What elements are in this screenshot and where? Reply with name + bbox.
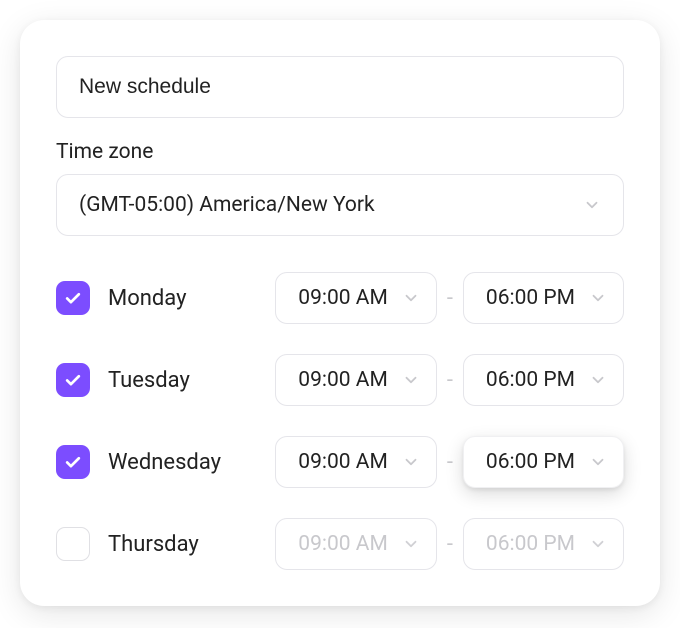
day-checkbox[interactable]: [56, 445, 90, 479]
start-time-value: 09:00 AM: [298, 532, 388, 556]
day-row: Tuesday 09:00 AM - 06:00 PM: [56, 354, 624, 406]
day-name-label: Wednesday: [108, 450, 275, 475]
day-name-label: Monday: [108, 286, 275, 311]
day-times: 09:00 AM - 06:00 PM: [275, 518, 624, 570]
start-time-value: 09:00 AM: [298, 286, 388, 310]
day-checkbox[interactable]: [56, 281, 90, 315]
chevron-down-icon: [589, 535, 607, 553]
chevron-down-icon: [402, 453, 420, 471]
timezone-select[interactable]: (GMT-05:00) America/New York: [56, 174, 624, 236]
day-checkbox[interactable]: [56, 363, 90, 397]
schedule-card: Time zone (GMT-05:00) America/New York M…: [20, 20, 660, 606]
timezone-value: (GMT-05:00) America/New York: [79, 193, 375, 217]
chevron-down-icon: [583, 196, 601, 214]
end-time-value: 06:00 PM: [486, 532, 575, 556]
day-name-label: Thursday: [108, 532, 275, 557]
day-name-label: Tuesday: [108, 368, 275, 393]
day-row: Wednesday 09:00 AM - 06:00 PM: [56, 436, 624, 488]
end-time-value: 06:00 PM: [486, 286, 575, 310]
end-time-value: 06:00 PM: [486, 450, 575, 474]
time-separator: -: [447, 532, 453, 557]
chevron-down-icon: [402, 371, 420, 389]
start-time-value: 09:00 AM: [298, 368, 388, 392]
chevron-down-icon: [402, 535, 420, 553]
days-list: Monday09:00 AM-06:00 PMTuesday09:00 AM-0…: [56, 272, 624, 570]
timezone-label: Time zone: [56, 140, 624, 164]
chevron-down-icon: [402, 289, 420, 307]
end-time-select: 06:00 PM: [463, 518, 624, 570]
chevron-down-icon: [589, 453, 607, 471]
start-time-select: 09:00 AM: [275, 518, 437, 570]
start-time-select[interactable]: 09:00 AM: [275, 354, 437, 406]
day-checkbox[interactable]: [56, 527, 90, 561]
time-separator: -: [447, 286, 453, 311]
schedule-name-input[interactable]: [56, 56, 624, 118]
day-row: Thursday 09:00 AM - 06:00 PM: [56, 518, 624, 570]
time-separator: -: [447, 368, 453, 393]
day-times: 09:00 AM - 06:00 PM: [275, 436, 624, 488]
end-time-select[interactable]: 06:00 PM: [463, 436, 624, 488]
end-time-select[interactable]: 06:00 PM: [463, 354, 624, 406]
time-separator: -: [447, 450, 453, 475]
day-times: 09:00 AM - 06:00 PM: [275, 354, 624, 406]
day-row: Monday 09:00 AM - 06:00 PM: [56, 272, 624, 324]
start-time-select[interactable]: 09:00 AM: [275, 436, 437, 488]
chevron-down-icon: [589, 371, 607, 389]
end-time-select[interactable]: 06:00 PM: [463, 272, 624, 324]
start-time-select[interactable]: 09:00 AM: [275, 272, 437, 324]
day-times: 09:00 AM - 06:00 PM: [275, 272, 624, 324]
start-time-value: 09:00 AM: [298, 450, 388, 474]
end-time-value: 06:00 PM: [486, 368, 575, 392]
chevron-down-icon: [589, 289, 607, 307]
